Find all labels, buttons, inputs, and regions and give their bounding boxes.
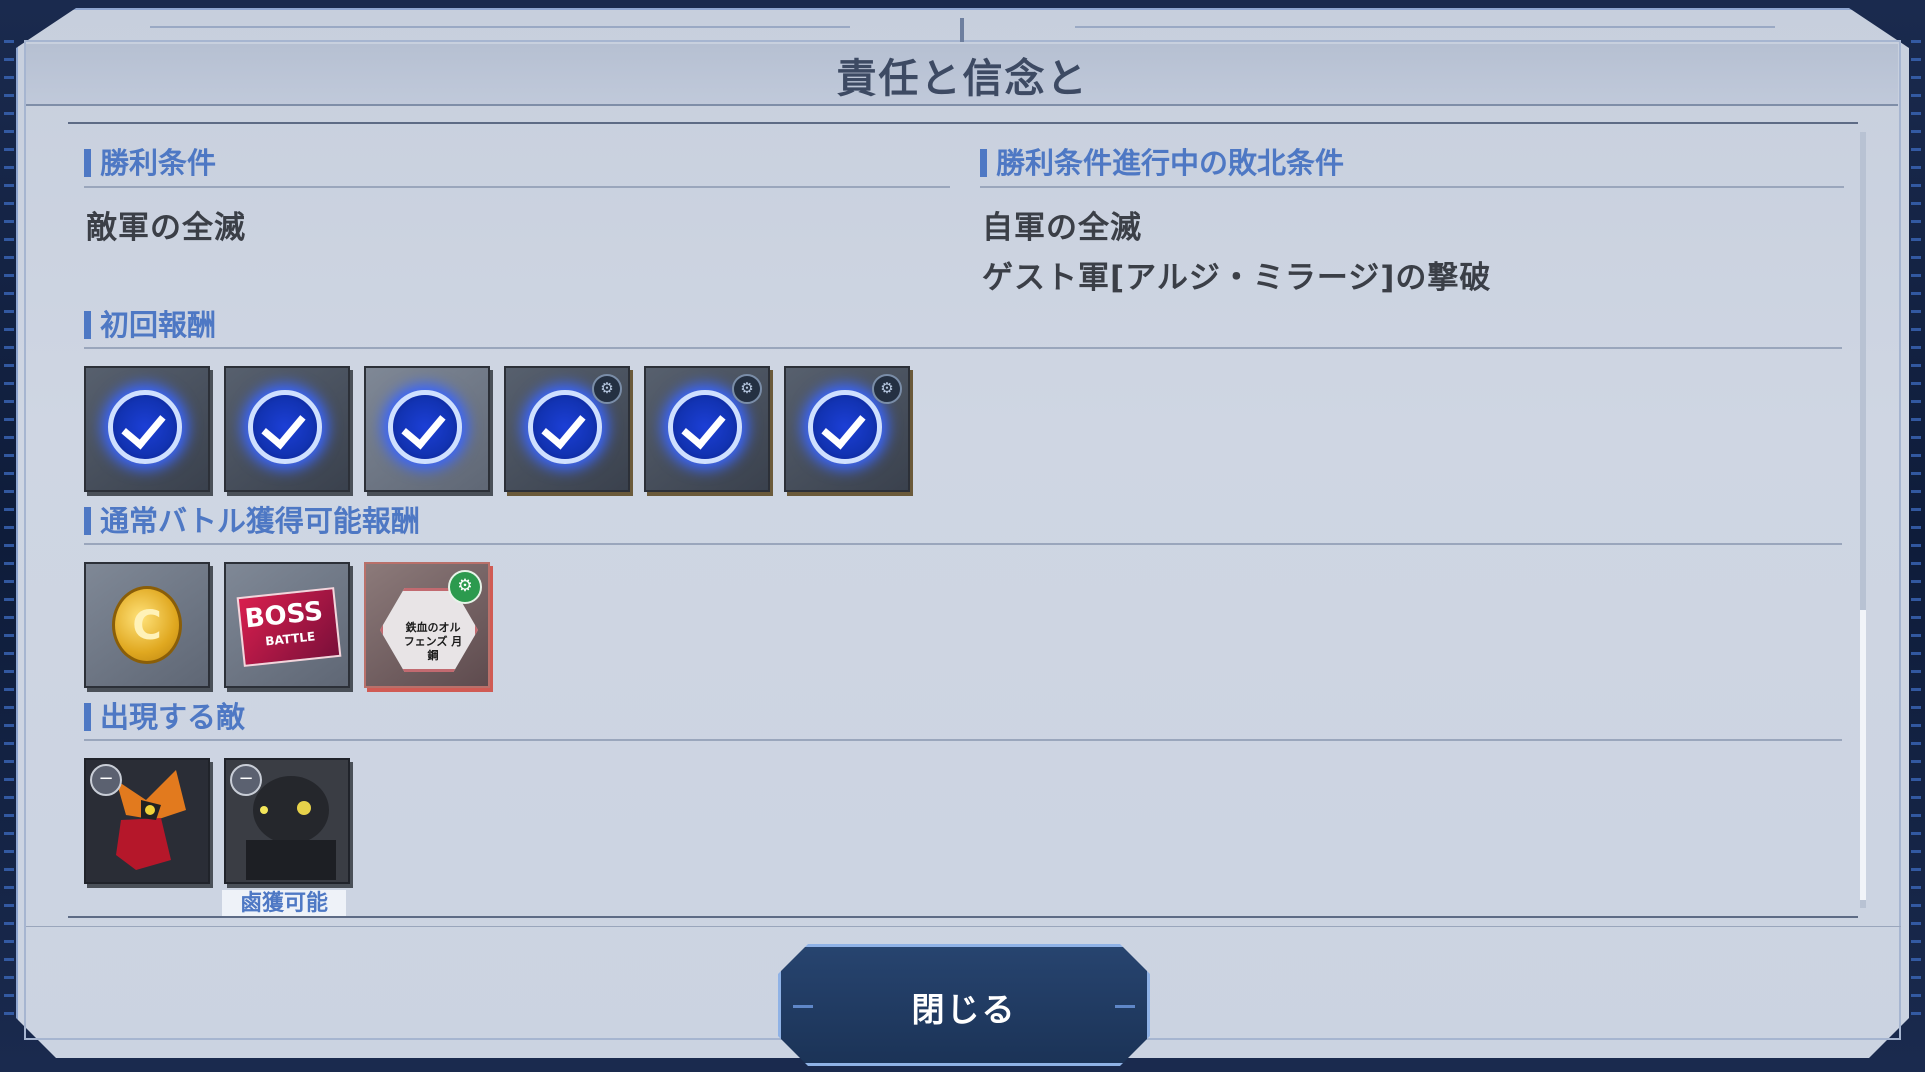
check-icon [108, 390, 182, 464]
minus-icon: − [230, 764, 262, 796]
first-reward-tile[interactable] [224, 366, 350, 492]
check-icon [808, 390, 882, 464]
wrench-icon: ⚙ [732, 374, 762, 404]
enemy-unit-portrait[interactable]: − [84, 758, 210, 884]
frame-edge-right [1911, 40, 1921, 1030]
defeat-divider [980, 186, 1844, 188]
defeat-condition-2: ゲスト軍[アルジ・ミラージ]の撃破 [982, 260, 1492, 296]
part-label: 鉄血のオルフェンズ 月鋼 [403, 621, 463, 662]
normal-rewards-header: 通常バトル獲得可能報酬 [84, 504, 960, 538]
defeat-condition-1: 自軍の全滅 [982, 210, 1142, 246]
coin-icon: C [112, 586, 182, 664]
victory-header: 勝利条件 [84, 146, 960, 180]
wrench-icon: ⚙ [448, 570, 482, 604]
coin-reward-tile[interactable]: C [84, 562, 210, 688]
enemies-divider [84, 739, 1842, 741]
coin-letter: C [132, 603, 162, 649]
normal-rewards-divider [84, 543, 1842, 545]
boss-ticket-reward-tile[interactable]: BOSS BATTLE [224, 562, 350, 688]
victory-condition: 敵軍の全滅 [86, 210, 246, 246]
victory-divider [84, 186, 950, 188]
check-icon [388, 390, 462, 464]
minus-icon: − [90, 764, 122, 796]
scrollbar-thumb[interactable] [1860, 610, 1866, 900]
first-reward-tile[interactable]: ⚙ [644, 366, 770, 492]
check-icon [528, 390, 602, 464]
check-icon [248, 390, 322, 464]
capturable-badge: 鹵獲可能 [222, 890, 346, 918]
part-reward-tile[interactable]: 鉄血のオルフェンズ 月鋼 ⚙ [364, 562, 490, 688]
content-divider-bottom [68, 916, 1858, 918]
first-rewards-divider [84, 347, 1842, 349]
defeat-header: 勝利条件進行中の敗北条件 [980, 146, 1856, 180]
first-reward-tile[interactable]: ⚙ [784, 366, 910, 492]
wrench-icon: ⚙ [872, 374, 902, 404]
boss-ticket-sub: BATTLE [264, 629, 316, 649]
top-deco-line-right [1075, 26, 1775, 28]
close-button[interactable]: 閉じる [778, 944, 1150, 1066]
content-divider-top [68, 122, 1858, 124]
boss-ticket-icon: BOSS BATTLE [236, 587, 342, 667]
first-reward-tile[interactable]: ⚙ [504, 366, 630, 492]
footer-divider [26, 926, 1901, 927]
check-icon [668, 390, 742, 464]
enemies-header: 出現する敵 [84, 700, 960, 734]
close-button-label: 閉じる [911, 990, 1017, 1029]
enemy-unit-portrait[interactable]: − [224, 758, 350, 884]
frame-edge-left [4, 40, 14, 1030]
first-reward-tile[interactable] [84, 366, 210, 492]
page-title: 責任と信念と [836, 56, 1089, 102]
top-deco-tick [960, 18, 964, 42]
first-rewards-header: 初回報酬 [84, 308, 960, 342]
top-deco-line-left [150, 26, 850, 28]
wrench-icon: ⚙ [592, 374, 622, 404]
first-reward-tile[interactable] [364, 366, 490, 492]
